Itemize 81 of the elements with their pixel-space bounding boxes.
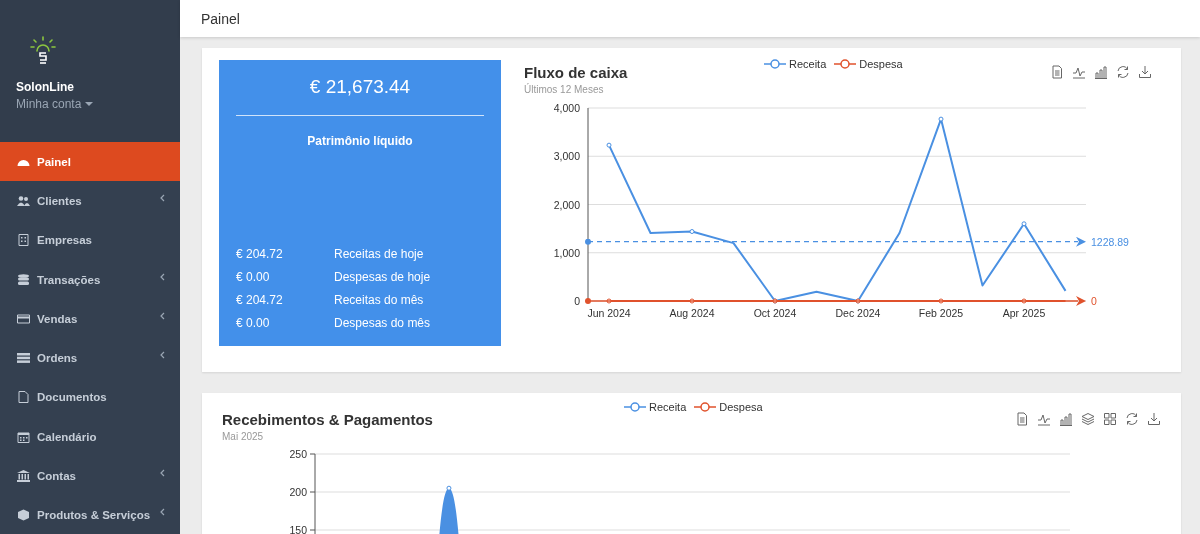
y-tick-label: 0 (574, 295, 581, 307)
y-tick-label: 250 (289, 448, 308, 460)
data-point (1021, 298, 1027, 304)
users-icon (17, 194, 30, 207)
area-chart: 150 200 250 (222, 448, 1162, 534)
data-point (606, 142, 612, 148)
sidebar-item[interactable]: Empresas (0, 220, 180, 260)
sidebar-item[interactable]: Clientes (0, 181, 180, 221)
data-point (689, 298, 695, 304)
legend-label[interactable]: Despesa (859, 58, 903, 70)
amount: € 0.00 (236, 316, 271, 330)
y-tick-label: 2,000 (553, 198, 581, 211)
amount: € 204.72 (236, 293, 284, 307)
chart-subtitle: Últimos 12 Meses (524, 84, 605, 95)
grid-icon[interactable] (1103, 412, 1117, 426)
list-icon (17, 352, 30, 365)
legend-label[interactable]: Despesa (719, 401, 763, 413)
sidebar-item[interactable]: Ordens (0, 338, 180, 378)
net-worth-label: Patrimônio líquido (306, 134, 414, 148)
amount: € 204.72 (236, 247, 284, 261)
net-worth-value: € 21,673.44 (236, 76, 484, 116)
sidebar-item[interactable]: Painel (0, 142, 180, 182)
x-tick-label: Aug 2024 (669, 307, 715, 319)
y-tick-label: 200 (289, 486, 308, 498)
amount-label: Receitas de hoje (334, 247, 424, 261)
chart-subtitle: Mai 2025 (222, 431, 265, 442)
cal-icon (17, 430, 30, 443)
ref-line-label: 1228.89 (1091, 235, 1130, 248)
refresh-icon[interactable] (1125, 412, 1139, 426)
line-chart-icon[interactable] (1037, 412, 1051, 426)
db-icon (17, 273, 30, 286)
amount: € 0.00 (236, 270, 271, 284)
amount-label: Despesas de hoje (334, 270, 431, 284)
data-point (446, 485, 452, 491)
cube-icon (17, 509, 30, 522)
chart-title: Fluxo de caixa (524, 63, 628, 81)
x-tick-label: Feb 2025 (918, 307, 964, 319)
sidebar-item[interactable]: Contas (0, 456, 180, 496)
chart-title: Recebimentos & Pagamentos (222, 410, 433, 428)
bar-chart-icon[interactable] (1059, 412, 1073, 426)
bar-chart-icon[interactable] (1094, 65, 1108, 79)
layers-icon[interactable] (1081, 412, 1095, 426)
doc-icon (17, 391, 30, 404)
y-tick-label: 3,000 (553, 150, 581, 163)
x-tick-label: Oct 2024 (753, 307, 797, 319)
download-icon[interactable] (1147, 412, 1161, 426)
sidebar-item[interactable]: Documentos (0, 377, 180, 418)
y-tick-label: 1,000 (553, 246, 581, 259)
legend-label[interactable]: Receita (649, 401, 687, 413)
data-point (938, 116, 944, 122)
data-point (1021, 221, 1027, 227)
x-tick-label: Apr 2025 (1002, 307, 1046, 319)
data-point (606, 298, 612, 304)
sidebar-item[interactable]: Vendas (0, 299, 180, 339)
document-icon[interactable] (1050, 65, 1064, 79)
y-tick-label: 150 (289, 524, 308, 534)
brand-name: SolonLine (16, 80, 74, 94)
document-icon[interactable] (1015, 412, 1029, 426)
ref-line-label: 0 (1091, 295, 1097, 307)
data-point (938, 298, 944, 304)
sidebar-item[interactable]: Produtos & Serviços (0, 495, 180, 534)
bank-icon (17, 470, 30, 482)
account-menu[interactable]: Minha conta (16, 97, 94, 111)
refresh-icon[interactable] (1116, 65, 1130, 79)
sidebar-item[interactable]: Transações (0, 259, 180, 300)
download-icon[interactable] (1138, 65, 1152, 79)
x-tick-label: Jun 2024 (587, 307, 631, 319)
y-tick-label: 4,000 (553, 102, 581, 114)
amount-label: Receitas do mês (334, 293, 424, 307)
amount-label: Despesas do mês (334, 316, 431, 330)
data-point (689, 229, 695, 234)
building-icon (17, 234, 30, 247)
caret-icon (85, 102, 94, 106)
page-title: Painel (201, 10, 240, 27)
x-tick-label: Dec 2024 (835, 307, 881, 319)
legend-label[interactable]: Receita (789, 58, 827, 70)
line-chart: 0 1,000 2,000 3,000 4,000 Jun 2024 Aug 2024 Oct 2024 Dec 2024 Feb 2025 Apr 2025 1228.89 0 (524, 97, 1164, 329)
line-chart-icon[interactable] (1072, 65, 1086, 79)
lightbulb-logo-icon (30, 36, 56, 66)
card-icon (17, 312, 30, 325)
sidebar-item[interactable]: Calendário (0, 417, 180, 457)
